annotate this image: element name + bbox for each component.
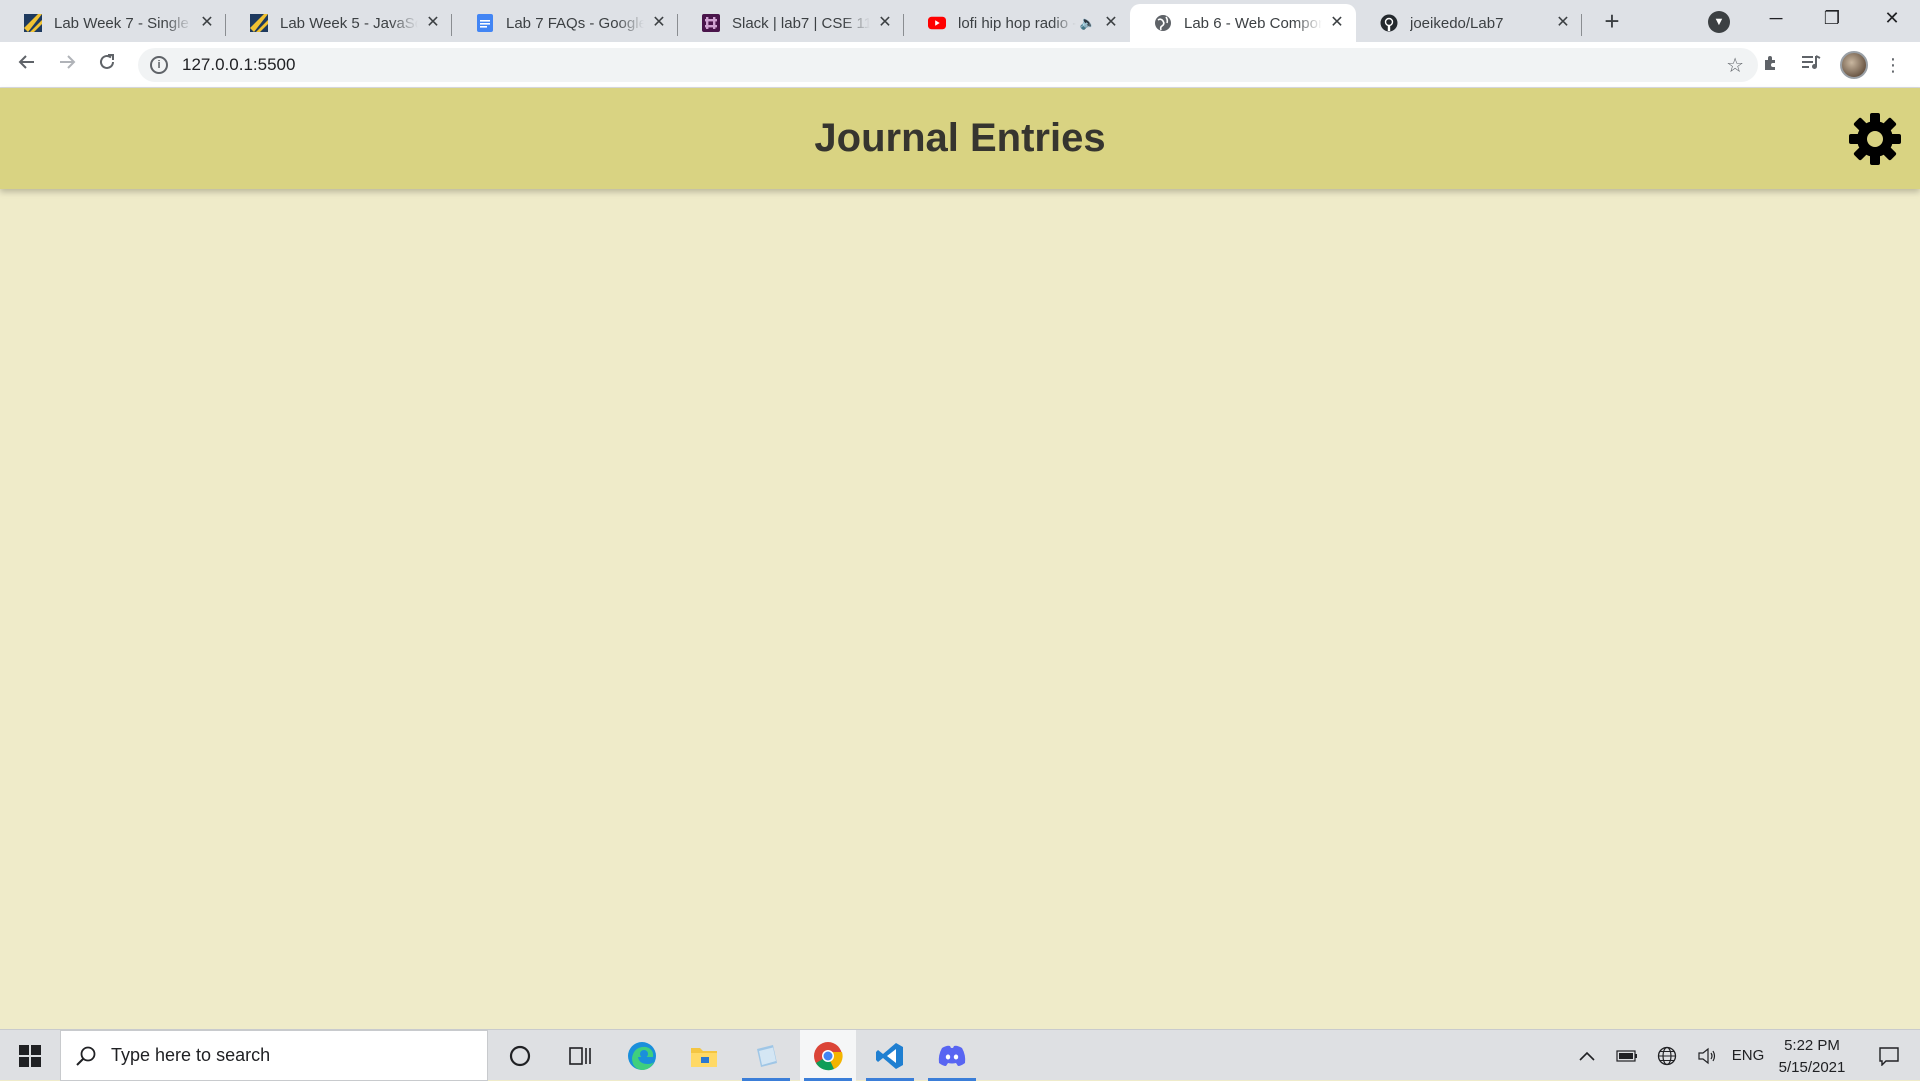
notification-center-icon[interactable] [1864,1030,1914,1081]
notepad-icon[interactable] [738,1030,794,1081]
browser-toolbar: i 127.0.0.1:5500 ☆ ⋮ [0,42,1920,88]
new-tab-button[interactable]: + [1594,4,1630,40]
back-arrow-icon [18,55,34,69]
search-placeholder: Type here to search [111,1045,271,1065]
tab-lab-week-7[interactable]: Lab Week 7 - Single Pa ✕ [0,4,226,42]
tab-lab-week-5[interactable]: Lab Week 5 - JavaScrip ✕ [226,4,452,42]
clock-time: 5:22 PM [1784,1037,1840,1054]
discord-icon[interactable] [924,1030,980,1081]
audio-playing-icon[interactable]: 🔈 [1080,15,1096,31]
file-explorer-icon[interactable] [676,1030,732,1081]
close-tab-icon[interactable]: ✕ [1102,14,1120,32]
course-stripes-icon [250,14,268,32]
close-window-button[interactable]: ✕ [1864,0,1920,38]
tab-title: Lab 7 FAQs - Google D [506,14,644,32]
tab-title: Lab 6 - Web Compone [1184,14,1322,32]
tab-title: Lab Week 5 - JavaScrip [280,14,418,32]
search-icon [76,1046,96,1066]
tab-lab-6-active[interactable]: Lab 6 - Web Compone ✕ [1130,4,1356,42]
clock-date: 5/15/2021 [1778,1059,1846,1076]
tab-strip: Lab Week 7 - Single Pa ✕ Lab Week 5 - Ja… [0,0,1920,42]
url-text[interactable]: 127.0.0.1:5500 [182,55,1726,75]
tab-slack[interactable]: Slack | lab7 | CSE 110 - ✕ [678,4,904,42]
bookmark-star-icon[interactable]: ☆ [1726,53,1744,78]
taskbar-search-box[interactable]: Type here to search [60,1030,488,1081]
page-title: Journal Entries [814,116,1106,160]
close-tab-icon[interactable]: ✕ [424,14,442,32]
globe-icon [1154,14,1172,32]
show-hidden-icons-icon[interactable] [1572,1030,1602,1081]
tab-title: lofi hip hop radio - be [958,14,1076,32]
tab-title: joeikedo/Lab7 [1410,14,1504,32]
youtube-icon [928,14,946,32]
start-button[interactable] [0,1030,60,1081]
reload-button[interactable] [92,50,122,80]
extensions-icon[interactable] [1758,52,1784,78]
battery-icon[interactable] [1610,1030,1644,1081]
windows-logo-icon [19,1044,41,1067]
back-button[interactable] [12,50,42,80]
address-bar[interactable]: i 127.0.0.1:5500 ☆ [138,48,1758,82]
profile-avatar[interactable] [1840,51,1868,79]
tab-github[interactable]: joeikedo/Lab7 ✕ [1356,4,1582,42]
github-icon [1380,14,1398,32]
network-globe-icon[interactable] [1650,1030,1684,1081]
minimize-button[interactable]: ─ [1748,0,1804,38]
tab-separator [1581,14,1582,36]
clock[interactable]: 5:22 PM 5/15/2021 [1766,1035,1858,1079]
reload-icon [100,54,114,69]
settings-gear-icon[interactable] [1848,112,1902,166]
course-stripes-icon [24,14,42,32]
site-info-icon[interactable]: i [150,56,168,74]
edge-icon[interactable] [614,1030,670,1081]
input-language-indicator[interactable]: ENG [1726,1030,1770,1081]
google-docs-icon [476,14,494,32]
forward-arrow-icon [60,55,76,69]
tab-lab-7-faqs[interactable]: Lab 7 FAQs - Google D ✕ [452,4,678,42]
vscode-icon[interactable] [862,1030,918,1081]
close-tab-icon[interactable]: ✕ [1328,14,1346,32]
windows-taskbar: Type here to search ENG 5:22 PM 5/15/202… [0,1029,1920,1081]
media-control-icon[interactable] [1798,52,1824,78]
close-tab-icon[interactable]: ✕ [650,14,668,32]
tab-lofi[interactable]: lofi hip hop radio - be 🔈 ✕ [904,4,1130,42]
chrome-icon[interactable] [800,1030,856,1081]
cortana-icon[interactable] [492,1030,548,1081]
volume-icon[interactable] [1690,1030,1724,1081]
task-view-icon[interactable] [552,1030,608,1081]
forward-button[interactable] [52,50,82,80]
close-tab-icon[interactable]: ✕ [876,14,894,32]
page-header: Journal Entries [0,88,1920,189]
close-tab-icon[interactable]: ✕ [1554,14,1572,32]
tab-search-button[interactable]: ▼ [1708,11,1730,33]
chrome-menu-icon[interactable]: ⋮ [1880,52,1906,78]
tab-title: Lab Week 7 - Single Pa [54,14,192,32]
tab-title: Slack | lab7 | CSE 110 - [732,14,870,32]
page-body: Journal Entries [0,88,1920,1029]
close-tab-icon[interactable]: ✕ [198,14,216,32]
maximize-button[interactable]: ❐ [1804,0,1860,38]
slack-icon [702,14,720,32]
